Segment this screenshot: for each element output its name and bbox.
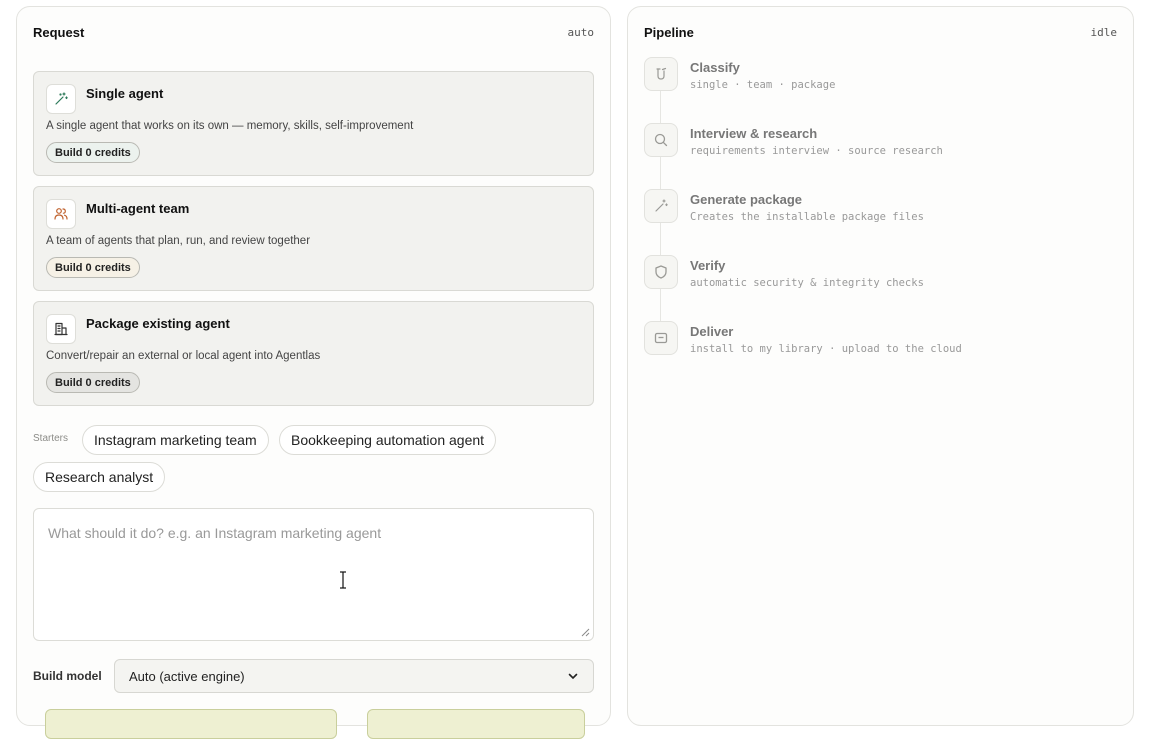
- search-icon: [644, 123, 678, 157]
- step-name: Classify: [690, 60, 740, 75]
- card-multi-agent-team[interactable]: Multi-agent team A team of agents that p…: [33, 186, 594, 291]
- step-connector: [660, 157, 661, 189]
- pipeline-step-classify: Classify single · team · package: [644, 57, 1114, 123]
- request-header: Request auto: [33, 25, 594, 40]
- card-title: Multi-agent team: [86, 201, 190, 216]
- request-title: Request: [33, 25, 85, 40]
- card-description: A single agent that works on its own — m…: [46, 120, 414, 132]
- pipeline-status: idle: [1090, 26, 1118, 39]
- starter-chip-instagram-marketing-team[interactable]: Instagram marketing team: [82, 425, 269, 455]
- bottom-action-button-secondary[interactable]: [367, 709, 585, 739]
- credits-badge: Build 0 credits: [46, 142, 140, 163]
- credits-badge: Build 0 credits: [46, 372, 140, 393]
- pipeline-step-deliver: Deliver install to my library · upload t…: [644, 321, 1114, 387]
- step-description: install to my library · upload to the cl…: [690, 343, 962, 355]
- step-description: automatic security & integrity checks: [690, 277, 924, 289]
- step-name: Deliver: [690, 324, 734, 339]
- card-description: A team of agents that plan, run, and rev…: [46, 235, 311, 247]
- pipeline-title: Pipeline: [644, 25, 694, 40]
- step-name: Verify: [690, 258, 726, 273]
- request-status: auto: [567, 26, 595, 39]
- resize-handle-icon[interactable]: [581, 628, 590, 637]
- card-description: Convert/repair an external or local agen…: [46, 350, 321, 362]
- prompt-textarea[interactable]: What should it do? e.g. an Instagram mar…: [33, 508, 594, 641]
- prompt-placeholder: What should it do? e.g. an Instagram mar…: [48, 525, 382, 541]
- step-connector: [660, 223, 661, 255]
- step-name: Interview & research: [690, 126, 818, 141]
- step-connector: [660, 91, 661, 123]
- request-panel: Request auto Single agent A single agent…: [16, 6, 611, 739]
- build-model-row: Build model Auto (active engine): [33, 659, 594, 693]
- pipeline-step-generate-package: Generate package Creates the installable…: [644, 189, 1114, 255]
- building-package-icon: [46, 314, 76, 344]
- card-single-agent[interactable]: Single agent A single agent that works o…: [33, 71, 594, 176]
- classify-icon: [644, 57, 678, 91]
- build-model-value: Auto (active engine): [129, 668, 245, 684]
- bottom-action-button-primary[interactable]: [45, 709, 337, 739]
- starter-chip-research-analyst[interactable]: Research analyst: [33, 462, 166, 492]
- magic-wand-icon: [644, 189, 678, 223]
- card-package-existing-agent[interactable]: Package existing agent Convert/repair an…: [33, 301, 594, 406]
- pipeline-step-verify: Verify automatic security & integrity ch…: [644, 255, 1114, 321]
- pipeline-panel: Pipeline idle Classify single · team · p…: [627, 6, 1134, 726]
- inbox-icon: [644, 321, 678, 355]
- card-title: Package existing agent: [86, 316, 230, 331]
- magic-wand-icon: [46, 84, 76, 114]
- text-cursor-icon: [340, 571, 346, 589]
- step-name: Generate package: [690, 192, 803, 207]
- card-title: Single agent: [86, 86, 164, 101]
- pipeline-step-interview-research: Interview & research requirements interv…: [644, 123, 1114, 189]
- step-description: single · team · package: [690, 79, 836, 91]
- starters-label: Starters: [33, 433, 69, 444]
- chevron-down-icon: [568, 673, 578, 680]
- pipeline-steps: Classify single · team · package Intervi…: [644, 57, 1114, 387]
- build-model-label: Build model: [33, 669, 102, 683]
- agent-type-cards: Single agent A single agent that works o…: [33, 71, 594, 416]
- shield-icon: [644, 255, 678, 289]
- credits-badge: Build 0 credits: [46, 257, 140, 278]
- starter-chip-bookkeeping-automation-agent[interactable]: Bookkeeping automation agent: [279, 425, 497, 455]
- step-description: Creates the installable package files: [690, 211, 924, 223]
- users-icon: [46, 199, 76, 229]
- pipeline-header: Pipeline idle: [644, 25, 1117, 40]
- build-model-select[interactable]: Auto (active engine): [114, 659, 594, 693]
- step-description: requirements interview · source research: [690, 145, 943, 157]
- step-connector: [660, 289, 661, 321]
